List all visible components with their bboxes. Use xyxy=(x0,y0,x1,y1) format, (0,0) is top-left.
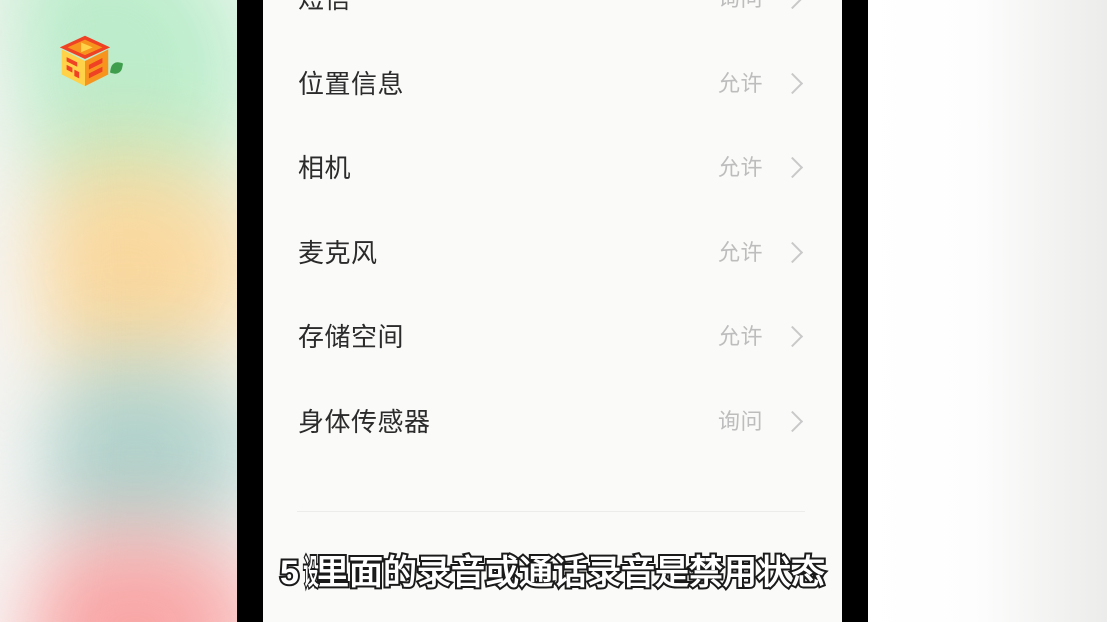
app-logo-icon xyxy=(54,28,116,90)
chevron-right-icon[interactable] xyxy=(781,241,804,263)
permission-state: 询问 xyxy=(718,0,763,10)
background-blob-orange xyxy=(0,150,260,390)
subtitle-narrow-char: 设 xyxy=(302,552,319,594)
table-row[interactable]: 位置信息 允许 xyxy=(263,42,842,127)
screenshot-root: 短信 询问 位置信息 允许 相机 允许 麦克风 允许 存储空间 xyxy=(0,0,1107,622)
table-row[interactable]: 短信 询问 xyxy=(263,0,842,42)
background-right-wash xyxy=(868,0,1107,622)
table-row[interactable]: 相机 允许 xyxy=(263,126,842,211)
permission-name: 短信 xyxy=(298,0,718,12)
subtitle-text: 里面的录音或通话录音是禁用状态 xyxy=(313,552,827,594)
chevron-right-icon[interactable] xyxy=(781,0,804,10)
background-blob-teal xyxy=(10,355,260,555)
permission-name: 存储空间 xyxy=(298,322,405,353)
phone-screen: 短信 询问 位置信息 允许 相机 允许 麦克风 允许 存储空间 xyxy=(263,0,842,622)
phone-bezel-left xyxy=(237,0,263,622)
video-subtitle: 5 设里面的录音或通话录音是禁用状态 xyxy=(263,551,842,595)
permission-name: 身体传感器 xyxy=(298,406,431,437)
table-row[interactable]: 麦克风 允许 xyxy=(263,211,842,296)
section-divider xyxy=(297,511,805,512)
permission-state: 询问 xyxy=(717,408,763,434)
chevron-right-icon[interactable] xyxy=(781,410,804,432)
chevron-right-icon[interactable] xyxy=(781,326,804,348)
background-blob-pink xyxy=(5,530,265,622)
permission-name: 麦克风 xyxy=(298,237,378,268)
permission-state: 允许 xyxy=(717,324,763,350)
subtitle-step-number: 5 xyxy=(278,552,301,594)
app-permissions-list: 短信 询问 位置信息 允许 相机 允许 麦克风 允许 存储空间 xyxy=(263,0,842,464)
table-row[interactable]: 存储空间 允许 xyxy=(263,295,842,380)
phone-bezel-right xyxy=(842,0,868,622)
chevron-right-icon[interactable] xyxy=(781,72,804,94)
permission-state: 允许 xyxy=(717,239,763,265)
permission-state: 允许 xyxy=(717,155,763,181)
chevron-right-icon[interactable] xyxy=(781,157,804,179)
table-row[interactable]: 身体传感器 询问 xyxy=(263,380,842,465)
permission-name: 位置信息 xyxy=(298,68,405,99)
permission-state: 允许 xyxy=(717,70,763,96)
permission-name: 相机 xyxy=(298,153,352,184)
